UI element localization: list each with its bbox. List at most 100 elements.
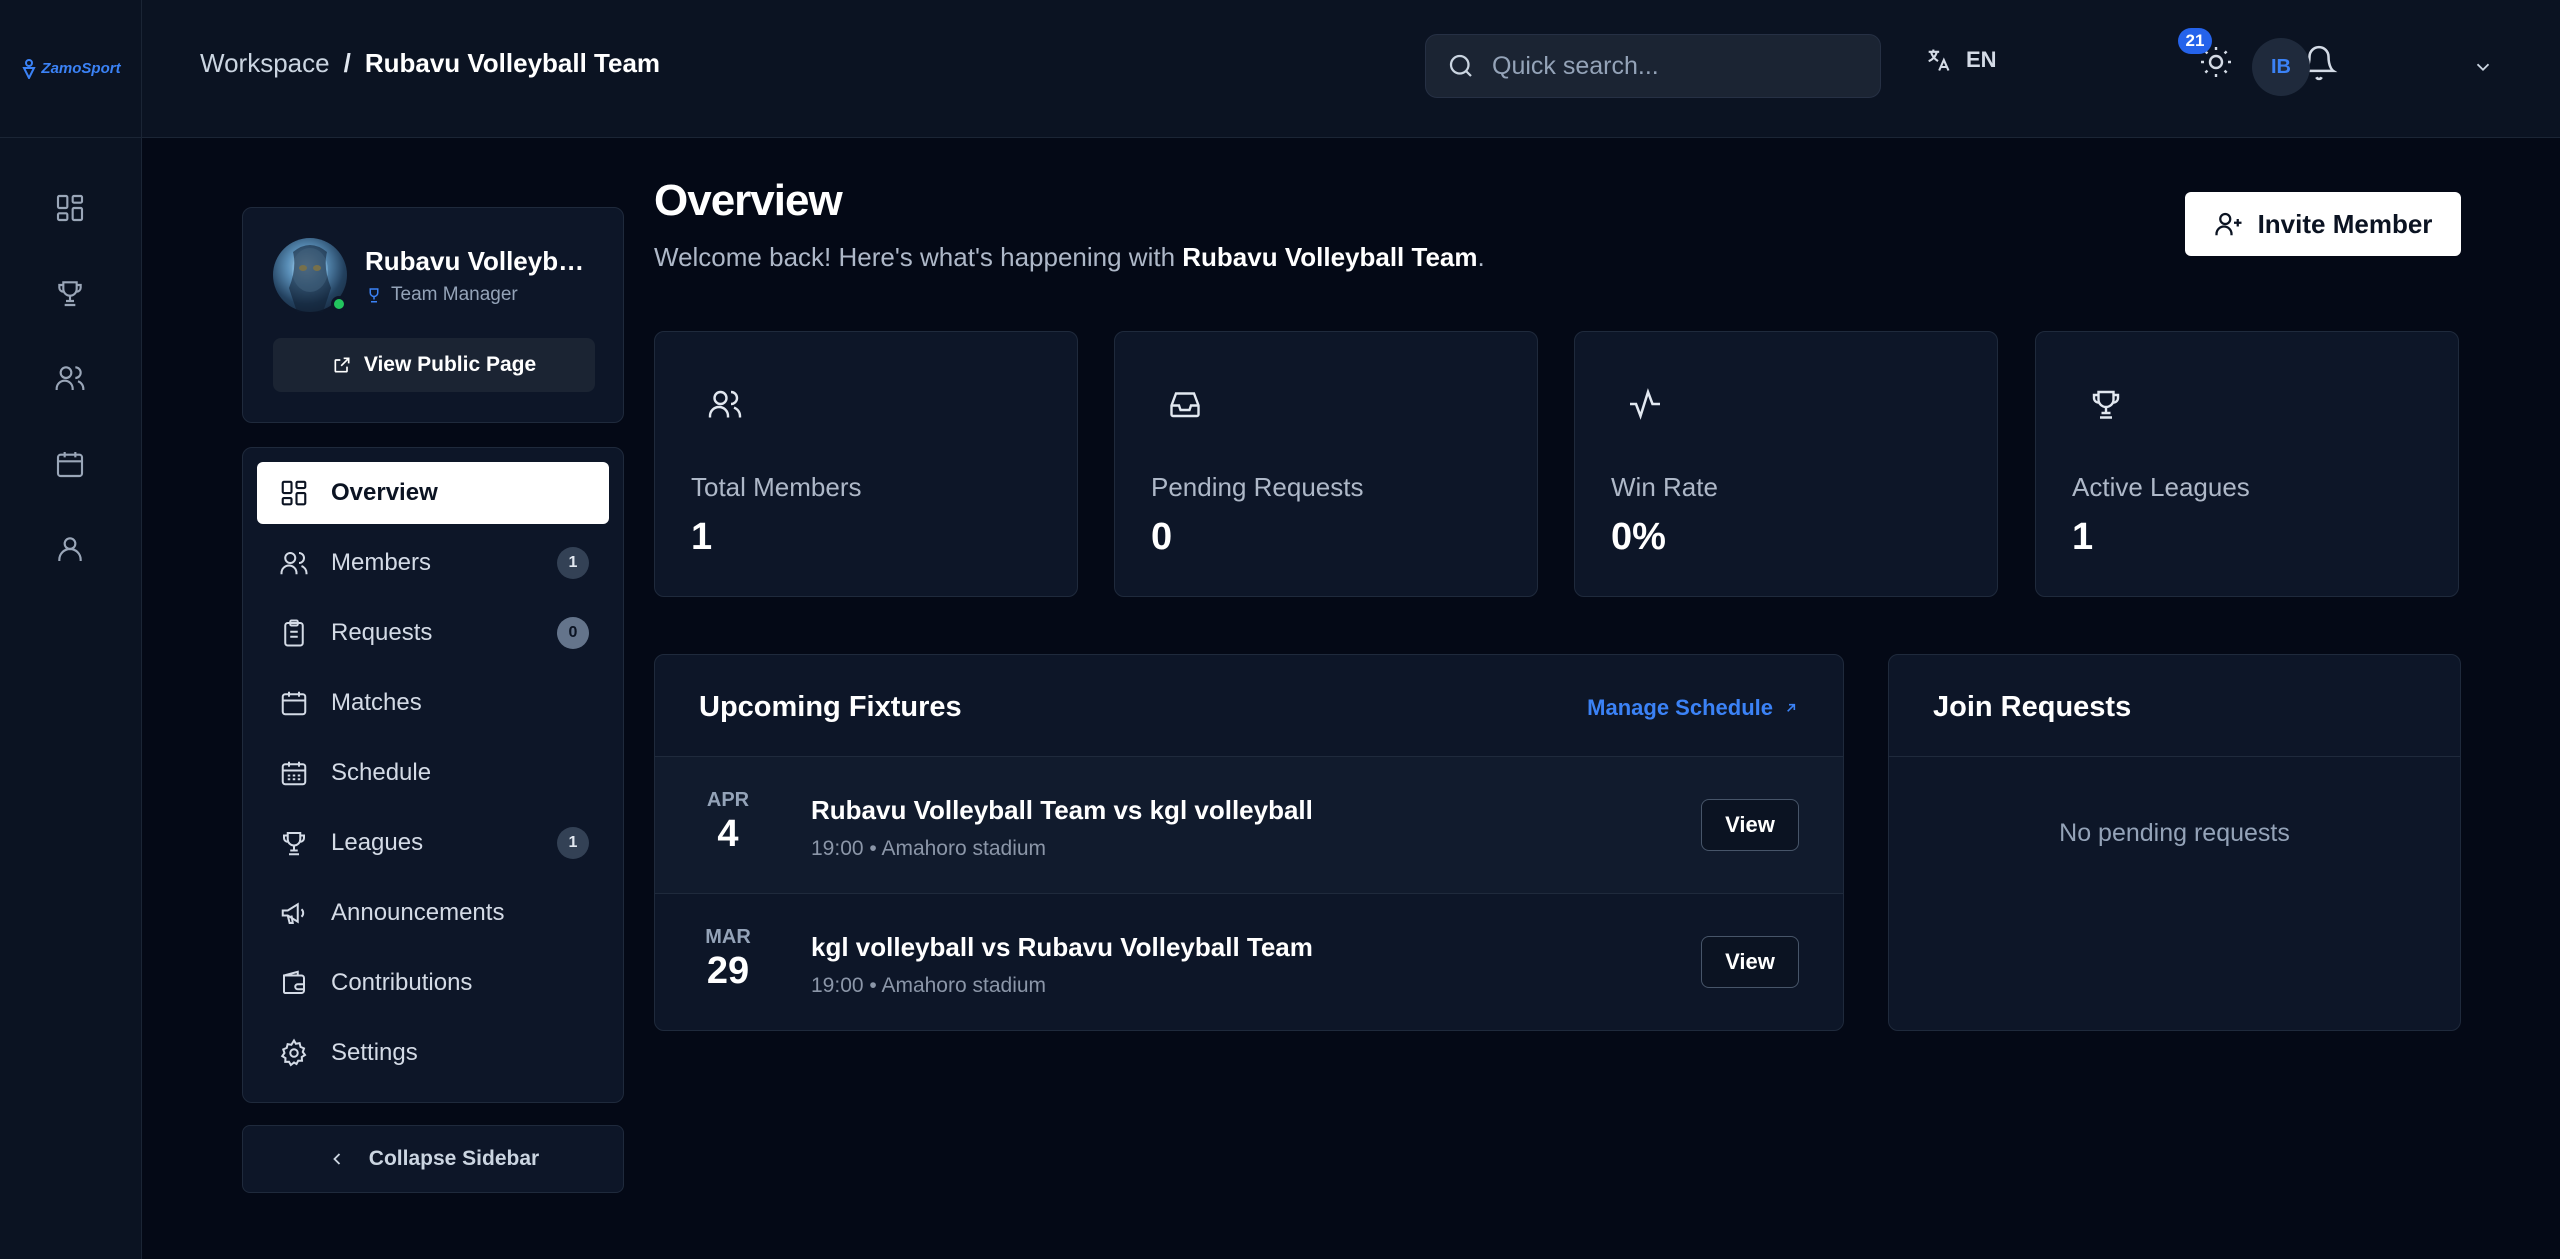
subtitle-team: Rubavu Volleyball Team — [1182, 242, 1478, 272]
page-subtitle: Welcome back! Here's what's happening wi… — [654, 242, 1485, 273]
search-input[interactable]: Quick search... — [1425, 34, 1881, 98]
view-public-page-button[interactable]: View Public Page — [273, 338, 595, 392]
app-logo[interactable]: ZamoSport — [0, 0, 142, 138]
stat-value: 1 — [2072, 516, 2094, 558]
arrow-up-right-icon — [1787, 703, 1796, 712]
subtitle-prefix: Welcome back! Here's what's happening wi… — [654, 242, 1183, 272]
logo-mark-icon — [22, 58, 37, 79]
activity-icon — [1627, 386, 1663, 427]
inbox-icon — [1167, 386, 1203, 427]
team-name: Rubavu Volleyball Team — [365, 246, 597, 276]
breadcrumb-current: Rubavu Volleyball Team — [364, 48, 661, 78]
upcoming-fixtures-card: Upcoming Fixtures Manage Schedule APR 4 … — [654, 654, 1844, 1031]
join-requests-card: Join Requests No pending requests — [1888, 654, 2461, 1031]
rail-user-icon[interactable] — [50, 529, 90, 569]
meta-separator: • — [869, 837, 877, 860]
view-fixture-button[interactable]: View — [1701, 936, 1799, 988]
dashboard-icon — [281, 480, 307, 506]
invite-member-button[interactable]: Invite Member — [2185, 192, 2461, 256]
user-menu-chevron-down-icon[interactable] — [2472, 56, 2494, 83]
user-plus-icon — [2214, 212, 2242, 236]
nav-item-contributions[interactable]: Contributions — [257, 952, 609, 1014]
nav-label: Matches — [331, 689, 422, 716]
leagues-count-badge: 1 — [557, 827, 589, 859]
logo-text: ZamoSport — [41, 60, 121, 77]
nav-item-leagues[interactable]: Leagues 1 — [257, 812, 609, 874]
rail-dashboard-icon[interactable] — [50, 188, 90, 228]
fixture-meta: 19:00 • Amahoro stadium — [811, 974, 1046, 998]
language-switcher[interactable]: EN — [1924, 46, 1997, 74]
nav-item-members[interactable]: Members 1 — [257, 532, 609, 594]
translate-icon — [1928, 49, 1950, 71]
manage-schedule-link[interactable]: Manage Schedule — [1587, 695, 1799, 721]
nav-label: Overview — [331, 479, 438, 506]
nav-item-requests[interactable]: Requests 0 — [257, 602, 609, 664]
view-fixture-button[interactable]: View — [1701, 799, 1799, 851]
fixture-row[interactable]: MAR 29 kgl volleyball vs Rubavu Volleyba… — [655, 893, 1843, 1030]
external-link-icon — [334, 357, 350, 373]
nav-label: Contributions — [331, 969, 473, 996]
section-nav: Overview Members 1 Requests 0 Matches Sc… — [242, 447, 624, 1103]
stat-card-total-members: Total Members 1 — [654, 331, 1078, 597]
stat-value: 0% — [1611, 516, 1666, 558]
fixtures-title: Upcoming Fixtures — [699, 691, 962, 723]
team-role: Team Manager — [365, 284, 518, 306]
fixture-month: MAR — [705, 926, 751, 948]
search-placeholder: Quick search... — [1492, 51, 1659, 80]
stat-label: Active Leagues — [2072, 472, 2250, 502]
nav-item-announcements[interactable]: Announcements — [257, 882, 609, 944]
stat-label: Total Members — [691, 472, 862, 502]
nav-label: Announcements — [331, 899, 505, 926]
breadcrumb: Workspace / Rubavu Volleyball Team — [200, 48, 660, 79]
collapse-sidebar-button[interactable]: Collapse Sidebar — [242, 1125, 624, 1193]
fixture-day: 4 — [717, 813, 739, 855]
stat-label: Win Rate — [1611, 472, 1718, 502]
calendar-icon — [281, 691, 307, 716]
nav-label: Schedule — [331, 759, 432, 786]
invite-member-label: Invite Member — [2257, 208, 2433, 239]
breadcrumb-root[interactable]: Workspace — [200, 48, 330, 79]
fixture-venue: Amahoro stadium — [881, 974, 1047, 997]
role-trophy-icon — [369, 288, 379, 303]
fixture-title: Rubavu Volleyball Team vs kgl volleyball — [811, 795, 1313, 825]
nav-item-settings[interactable]: Settings — [257, 1022, 609, 1084]
requests-count-badge: 0 — [557, 617, 589, 649]
divider — [1889, 756, 2460, 757]
gear-icon — [280, 1038, 307, 1067]
megaphone-icon — [281, 902, 305, 924]
manage-schedule-label: Manage Schedule — [1587, 695, 1773, 720]
fixture-meta: 19:00 • Amahoro stadium — [811, 837, 1046, 861]
members-count-badge: 1 — [557, 547, 589, 579]
notification-count-badge: 21 — [2178, 28, 2212, 54]
online-status-dot — [331, 296, 347, 312]
rail-calendar-icon[interactable] — [50, 444, 90, 484]
user-avatar[interactable]: IB — [2252, 38, 2310, 96]
chevron-left-icon — [333, 1153, 340, 1165]
rail-users-icon[interactable] — [50, 358, 90, 398]
fixture-title: kgl volleyball vs Rubavu Volleyball Team — [811, 932, 1313, 962]
meta-separator: • — [869, 974, 877, 997]
nav-label: Members — [331, 549, 432, 576]
page-title: Overview — [654, 176, 843, 225]
team-role-label: Team Manager — [391, 284, 518, 305]
nav-label: Requests — [331, 619, 433, 646]
join-requests-empty-state: No pending requests — [2059, 819, 2290, 847]
language-code: EN — [1966, 47, 1997, 72]
trophy-icon — [2088, 386, 2124, 427]
stat-card-pending-requests: Pending Requests 0 — [1114, 331, 1538, 597]
stat-card-active-leagues: Active Leagues 1 — [2035, 331, 2459, 597]
search-icon — [1449, 54, 1472, 77]
breadcrumb-separator: / — [343, 48, 351, 78]
stat-value: 0 — [1151, 516, 1173, 558]
users-icon — [707, 386, 743, 427]
nav-item-matches[interactable]: Matches — [257, 672, 609, 734]
fixture-venue: Amahoro stadium — [881, 837, 1047, 860]
nav-item-overview[interactable]: Overview — [257, 462, 609, 524]
stat-value: 1 — [691, 516, 713, 558]
rail-trophy-icon[interactable] — [50, 273, 90, 313]
icon-rail: ZamoSport — [0, 0, 142, 1259]
join-requests-title: Join Requests — [1933, 691, 2132, 723]
nav-item-schedule[interactable]: Schedule — [257, 742, 609, 804]
view-public-page-label: View Public Page — [363, 353, 537, 376]
fixture-row[interactable]: APR 4 Rubavu Volleyball Team vs kgl voll… — [655, 756, 1843, 894]
